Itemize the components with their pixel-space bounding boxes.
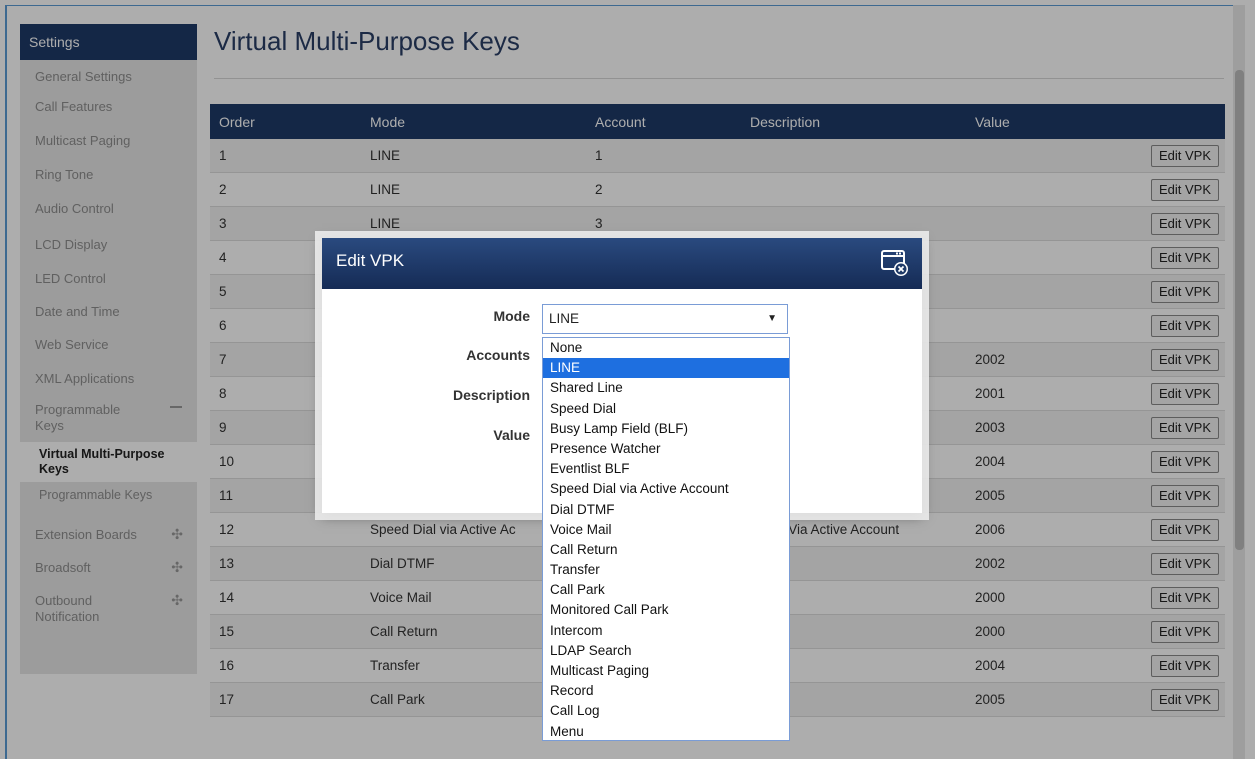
mode-option[interactable]: Call Park [543, 580, 789, 600]
dialog-header: Edit VPK [322, 238, 922, 289]
mode-option[interactable]: Presence Watcher [543, 439, 789, 459]
value-label: Value [493, 427, 530, 443]
mode-option[interactable]: Transfer [543, 560, 789, 580]
mode-option[interactable]: Monitored Call Park [543, 600, 789, 620]
mode-label: Mode [493, 308, 530, 324]
mode-select[interactable]: LINE ▼ [542, 304, 788, 334]
mode-option[interactable]: Shared Line [543, 378, 789, 398]
mode-option[interactable]: Speed Dial via Active Account [543, 479, 789, 499]
mode-option[interactable]: Voice Mail [543, 520, 789, 540]
mode-option[interactable]: Menu [543, 722, 789, 742]
description-label: Description [452, 387, 530, 403]
mode-option[interactable]: LINE [543, 358, 789, 379]
mode-option[interactable]: Call Return [543, 540, 789, 560]
mode-select-value: LINE [549, 311, 580, 326]
dialog-title: Edit VPK [336, 251, 405, 270]
close-window-icon[interactable] [880, 248, 910, 278]
mode-option[interactable]: Record [543, 681, 789, 701]
mode-option[interactable]: Call Log [543, 701, 789, 721]
accounts-label: Accounts [466, 347, 530, 363]
mode-option[interactable]: Speed Dial [543, 399, 789, 419]
mode-option[interactable]: Eventlist BLF [543, 459, 789, 479]
mode-option[interactable]: Busy Lamp Field (BLF) [543, 419, 789, 439]
mode-option[interactable]: Multicast Paging [543, 661, 789, 681]
mode-option[interactable]: LDAP Search [543, 641, 789, 661]
mode-option[interactable]: Intercom [543, 621, 789, 641]
dropdown-arrow-icon: ▼ [767, 313, 777, 324]
mode-dropdown-list: None LINE Shared Line Speed Dial Busy Lamp F… [542, 337, 790, 741]
mode-option[interactable]: Dial DTMF [543, 500, 789, 520]
mode-option[interactable]: None [543, 338, 789, 358]
